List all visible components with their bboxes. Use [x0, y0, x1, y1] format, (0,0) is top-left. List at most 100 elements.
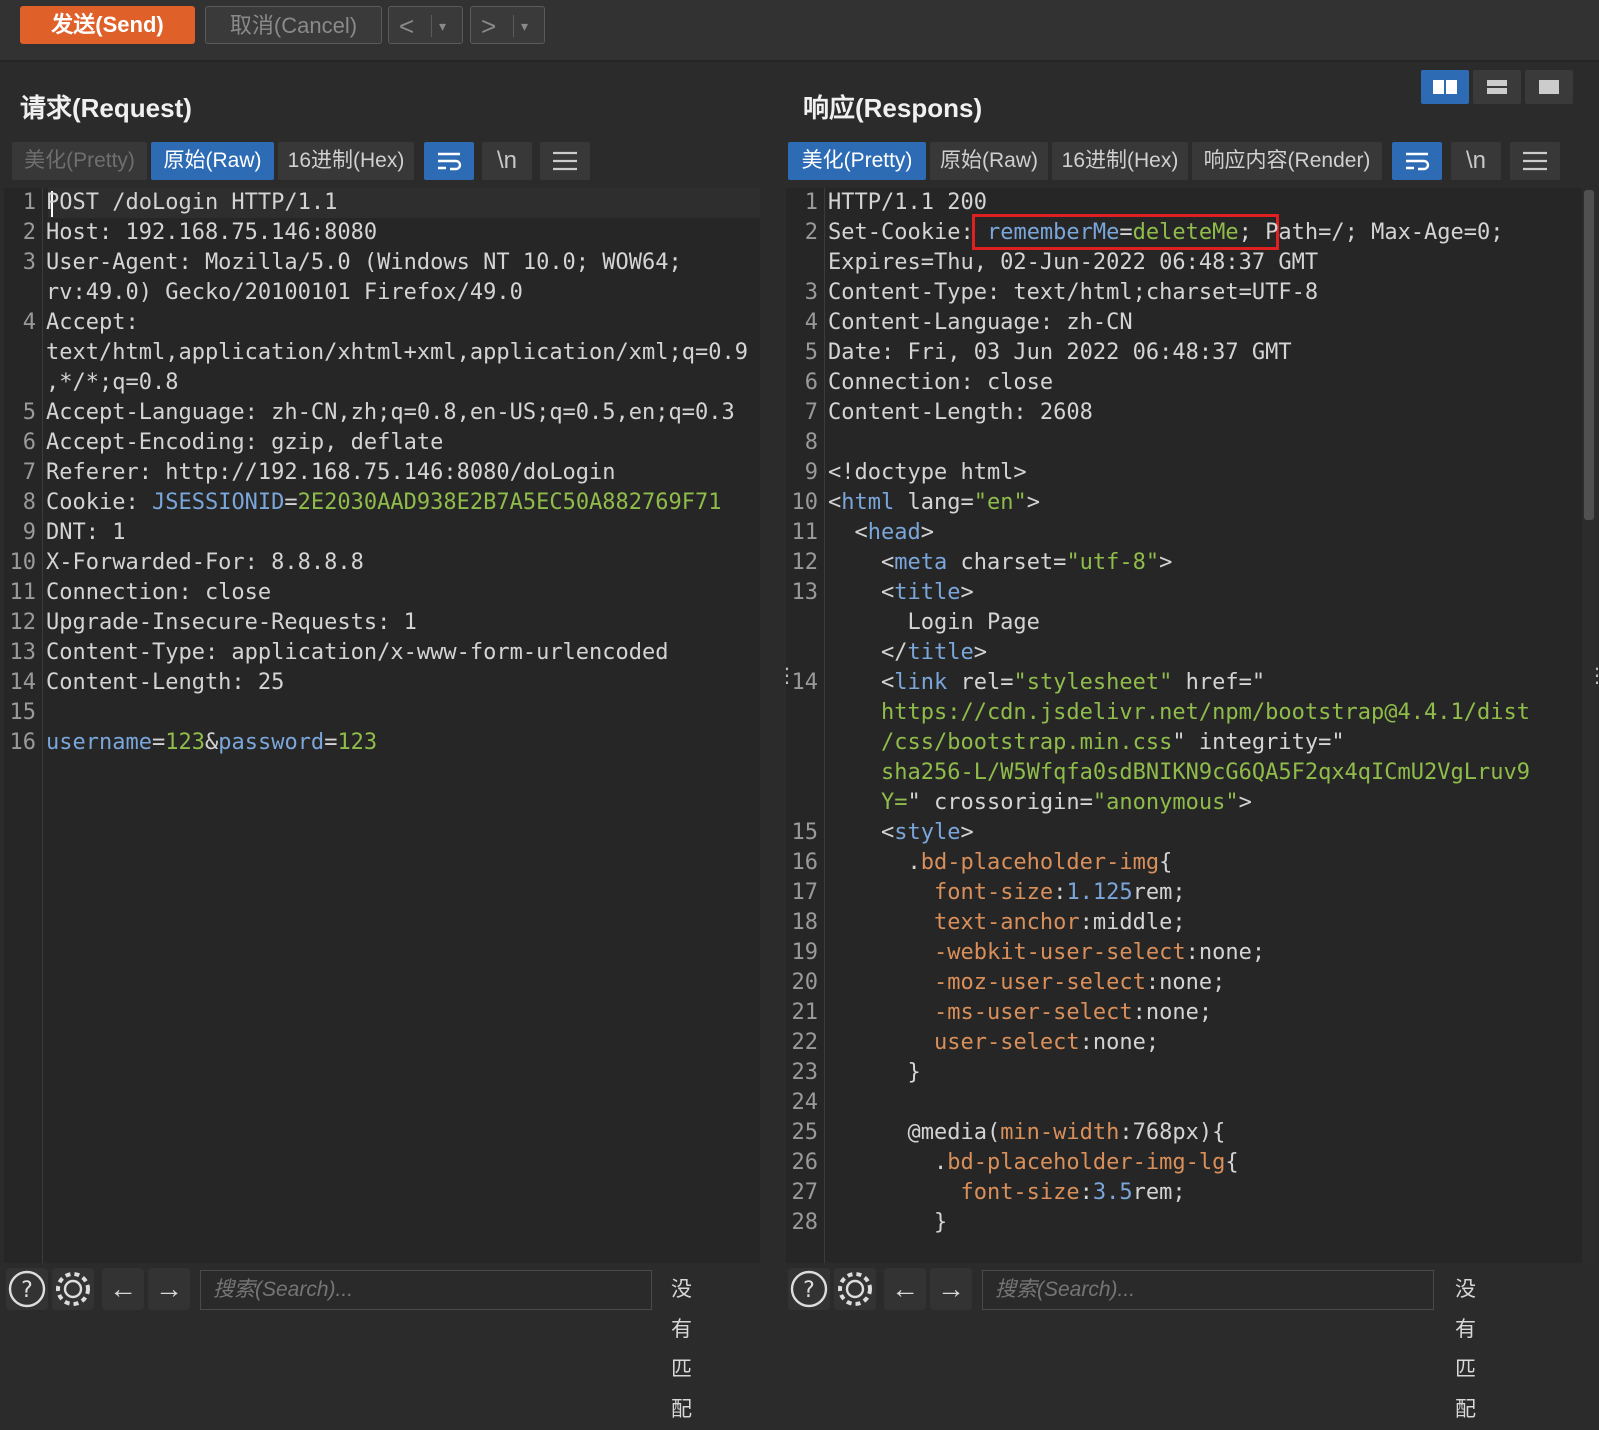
code-text: Set-Cookie: rememberMe=deleteMe; Path=/;… [828, 218, 1504, 248]
line-number: 18 [791, 910, 819, 935]
tab-hex[interactable]: 16进制(Hex) [278, 142, 414, 180]
code-text: Host: 192.168.75.146:8080 [46, 218, 377, 248]
code-token: Upgrade-Insecure-Requests: 1 [46, 610, 417, 635]
code-text: username=123&password=123 [46, 728, 377, 758]
code-text: Y=" crossorigin="anonymous"> [828, 788, 1252, 818]
line-number: 7 [22, 460, 36, 485]
tab-raw[interactable]: 原始(Raw) [151, 142, 274, 180]
code-token: Referer: http://192.168.75.146:8080/doLo… [46, 460, 616, 485]
search-previous-icon[interactable]: ← [884, 1268, 926, 1310]
response-editor[interactable]: 1 HTTP/1.1 200 2 Set-Cookie: rememberMe=del… [786, 188, 1596, 1263]
code-line: text/html,application/xhtml+xml,applicat… [4, 338, 760, 368]
code-token: username [46, 730, 152, 755]
code-token: :none; [1132, 1000, 1213, 1025]
code-token: https://cdn.jsdelivr.net/npm/bootstrap@4… [828, 700, 1530, 725]
code-line: 6 Accept-Encoding: gzip, deflate [4, 428, 760, 458]
code-token: : [1053, 880, 1067, 905]
code-token: 123 [165, 730, 205, 755]
code-line: 13 Content-Type: application/x-www-form-u… [4, 638, 760, 668]
code-token: rem; [1132, 880, 1186, 905]
chevron-down-icon[interactable]: ▾ [521, 7, 528, 45]
request-editor[interactable]: 1 POST /doLogin HTTP/1.1 2 Host: 192.168.75… [4, 188, 760, 1263]
line-number: 4 [804, 310, 818, 335]
tab-pretty[interactable]: 美化(Pretty) [12, 142, 147, 180]
code-text: sha256-L/W5Wfqfa0sdBNIKN9cG6QA5F2qx4qICm… [828, 758, 1530, 788]
code-token: "en" [973, 490, 1027, 515]
code-token: meta [894, 550, 948, 575]
code-token: style [894, 820, 961, 845]
help-icon[interactable]: ? [788, 1268, 830, 1310]
code-line: ,*/*;q=0.8 [4, 368, 760, 398]
show-newlines-button[interactable]: \n [1451, 142, 1501, 180]
search-next-icon[interactable]: → [148, 1268, 190, 1310]
code-token: = [1119, 220, 1133, 245]
code-token: Date: Fri, 03 Jun 2022 06:48:37 GMT [828, 340, 1292, 365]
code-token: < [828, 520, 868, 545]
search-previous-icon[interactable]: ← [102, 1268, 144, 1310]
code-line: 15 [4, 698, 760, 728]
search-next-icon[interactable]: → [930, 1268, 972, 1310]
code-token: title [894, 580, 961, 605]
tab-raw[interactable]: 原始(Raw) [930, 142, 1048, 180]
code-text: HTTP/1.1 200 [828, 188, 987, 218]
line-number: 6 [22, 430, 36, 455]
tab-hex[interactable]: 16进制(Hex) [1052, 142, 1188, 180]
code-line: 1 POST /doLogin HTTP/1.1 [4, 188, 760, 218]
panel-resize-handle[interactable]: ⋮ [777, 666, 797, 686]
line-number: 3 [22, 250, 36, 275]
code-token: Host: 192.168.75.146:8080 [46, 220, 378, 245]
menu-icon[interactable] [540, 142, 590, 180]
code-text: <title> [828, 578, 974, 608]
cancel-button[interactable]: 取消(Cancel) [205, 6, 382, 44]
panel-resize-handle[interactable]: ⋮ [1587, 666, 1599, 686]
line-number: 24 [791, 1090, 819, 1115]
code-text: ,*/*;q=0.8 [46, 368, 178, 398]
code-token: :middle; [1079, 910, 1186, 935]
code-text: Upgrade-Insecure-Requests: 1 [46, 608, 417, 638]
code-token: 3.5 [1092, 1180, 1133, 1205]
line-number: 17 [791, 880, 819, 905]
gear-icon[interactable] [834, 1268, 876, 1310]
show-newlines-button[interactable]: \n [482, 142, 532, 180]
code-text: X-Forwarded-For: 8.8.8.8 [46, 548, 364, 578]
code-line: 14 Content-Length: 25 [4, 668, 760, 698]
code-token: . [828, 850, 921, 875]
chevron-down-icon[interactable]: ▾ [439, 7, 446, 45]
tab-pretty[interactable]: 美化(Pretty) [788, 142, 926, 180]
help-icon[interactable]: ? [6, 1268, 48, 1310]
line-number: 5 [804, 340, 818, 365]
code-token: rememberMe [986, 220, 1120, 245]
history-back-button[interactable]: < ▾ [388, 6, 463, 44]
code-token: < [828, 580, 895, 605]
line-number: 21 [791, 1000, 819, 1025]
send-button[interactable]: 发送(Send) [20, 6, 195, 44]
code-text: Content-Type: application/x-www-form-url… [46, 638, 669, 668]
code-token: Y= [828, 790, 908, 815]
single-panel-layout-icon[interactable] [1525, 70, 1573, 104]
history-forward-button[interactable]: > ▾ [470, 6, 545, 44]
tab-render[interactable]: 响应内容(Render) [1192, 142, 1382, 180]
code-text: -webkit-user-select:none; [828, 938, 1265, 968]
code-line: 2 Set-Cookie: rememberMe=deleteMe; Path=/… [786, 218, 1596, 248]
code-token: -webkit-user-select [933, 940, 1186, 965]
code-line: Login Page [786, 608, 1596, 638]
menu-icon[interactable] [1510, 142, 1560, 180]
code-line: 14 <link rel="stylesheet" href=" [786, 668, 1596, 698]
side-by-side-layout-icon[interactable] [1421, 70, 1469, 104]
wrap-lines-icon[interactable] [424, 142, 474, 180]
code-text: <html lang="en"> [828, 488, 1040, 518]
code-token: href=" [1172, 670, 1266, 695]
code-token: :none; [1145, 970, 1226, 995]
gear-icon[interactable] [52, 1268, 94, 1310]
code-token: "stylesheet" [1013, 670, 1173, 695]
wrap-lines-icon[interactable] [1392, 142, 1442, 180]
code-token: deleteMe [1132, 220, 1239, 245]
stacked-layout-icon[interactable] [1473, 70, 1521, 104]
code-token: "anonymous" [1092, 790, 1239, 815]
code-token: -ms-user-select [933, 1000, 1133, 1025]
search-input[interactable] [982, 1270, 1434, 1310]
code-token: HTTP/1.1 200 [828, 190, 987, 215]
line-number: 26 [791, 1150, 819, 1175]
search-input[interactable] [200, 1270, 652, 1310]
